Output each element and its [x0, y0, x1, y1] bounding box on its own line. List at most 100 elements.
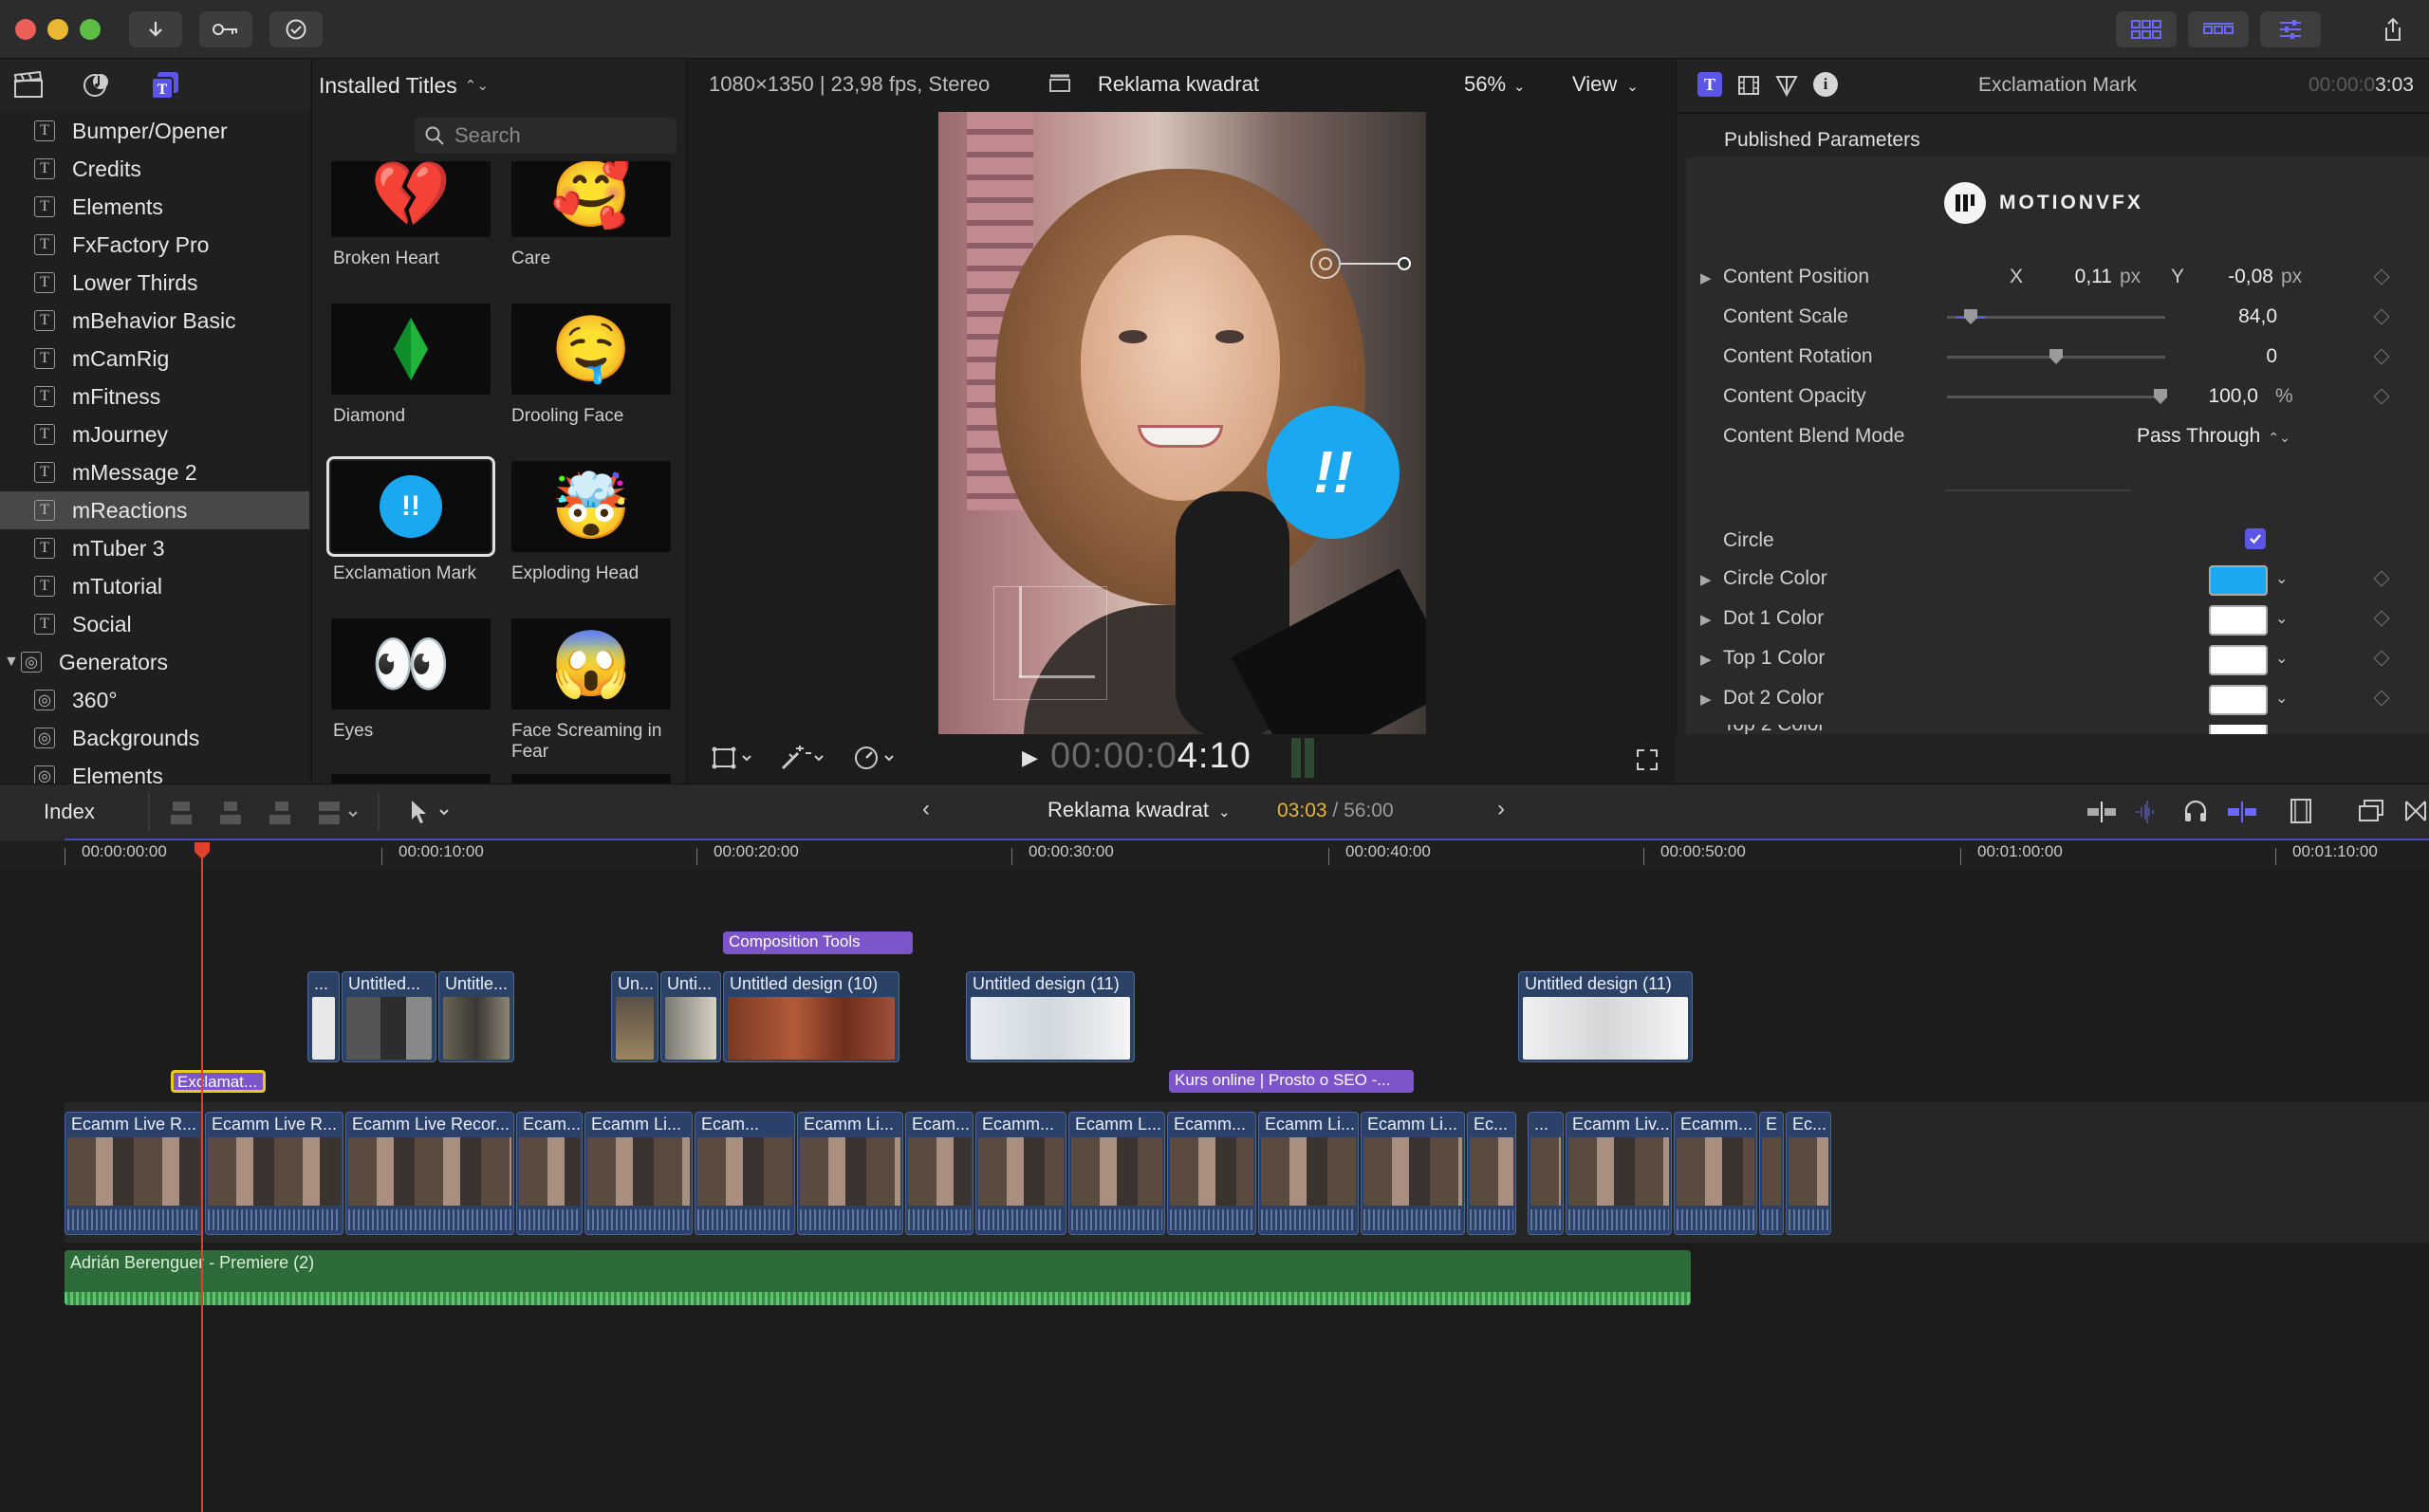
storyline-clip[interactable]: Ecamm Li...: [1258, 1112, 1359, 1235]
fullscreen-button[interactable]: [1635, 747, 1660, 772]
play-button[interactable]: ▶: [1022, 746, 1038, 770]
storyline-clip[interactable]: Ecamm Live R...: [205, 1112, 343, 1235]
playhead[interactable]: [201, 842, 203, 1512]
music-audio-clip[interactable]: Adrián Berenguer - Premiere (2): [65, 1250, 1691, 1305]
photos-audio-tab[interactable]: [82, 70, 112, 99]
category-mreactions[interactable]: TmReactions: [0, 491, 309, 529]
search-field[interactable]: Search: [415, 118, 677, 154]
dot1-color-swatch[interactable]: [2209, 605, 2268, 636]
disclosure-triangle-icon[interactable]: ▶: [1700, 611, 1712, 628]
show-timeline-button[interactable]: [2188, 11, 2249, 47]
category-backgrounds[interactable]: ◎ Backgrounds: [0, 719, 309, 757]
opacity-value[interactable]: 100,0: [2182, 385, 2258, 408]
updown-chevron-icon[interactable]: ⌃⌄: [465, 77, 489, 94]
scale-value[interactable]: 84,0: [2182, 305, 2277, 328]
clip-appearance-button[interactable]: [2289, 798, 2313, 824]
thumb-drooling-face[interactable]: 🤤: [511, 304, 671, 395]
storyline-clip[interactable]: Ec...: [1786, 1112, 1831, 1235]
keywords-button[interactable]: [199, 11, 252, 47]
share-button[interactable]: [2368, 11, 2418, 47]
titles-generators-tab[interactable]: T: [150, 70, 180, 101]
thumb-partial[interactable]: [511, 774, 671, 784]
category-mjourney[interactable]: TmJourney: [0, 415, 309, 453]
timeline-back-button[interactable]: ‹: [922, 796, 930, 822]
connected-clip[interactable]: Untitled design (11): [1518, 971, 1693, 1062]
blend-mode-popup[interactable]: Pass Through ⌃⌄: [2137, 425, 2290, 448]
import-button[interactable]: [129, 11, 182, 47]
show-browser-button[interactable]: [2116, 11, 2177, 47]
disclosure-triangle-icon[interactable]: ▶: [1700, 651, 1712, 668]
category-bumper-opener[interactable]: T Bumper/Opener: [0, 112, 309, 150]
chevron-down-icon[interactable]: ⌄: [2275, 689, 2288, 708]
view-menu[interactable]: View ⌄: [1572, 72, 1639, 97]
transitions-browser-button[interactable]: [2404, 798, 2429, 824]
title-inspector-tab[interactable]: T: [1697, 72, 1722, 97]
disclosure-triangle-icon[interactable]: ▶: [1700, 691, 1712, 708]
connected-clip[interactable]: Untitle...: [438, 971, 514, 1062]
chevron-down-icon[interactable]: ⌄: [2275, 569, 2288, 588]
position-x-field[interactable]: 0,11: [2068, 266, 2112, 288]
skimming-button[interactable]: [2086, 800, 2118, 824]
solo-button[interactable]: [2182, 798, 2209, 824]
chevron-down-icon[interactable]: ⌄: [2275, 649, 2288, 668]
top1-color-swatch[interactable]: [2209, 645, 2268, 675]
browser-title[interactable]: Installed Titles: [319, 73, 457, 99]
thumb-eyes[interactable]: 👀: [331, 618, 491, 710]
category-mfitness[interactable]: TmFitness: [0, 378, 309, 415]
timeline-ruler[interactable]: [0, 840, 2429, 871]
connected-clip[interactable]: Untitled design (10): [723, 971, 899, 1062]
disclosure-triangle-icon[interactable]: ▶: [1700, 571, 1712, 588]
timecode-display[interactable]: 00:00:04:10: [1050, 736, 1252, 777]
composition-tools-clip[interactable]: Composition Tools: [723, 931, 913, 954]
effects-browser-button[interactable]: [2357, 798, 2385, 824]
timeline-forward-button[interactable]: ›: [1497, 796, 1505, 822]
position-y-field[interactable]: -0,08: [2211, 266, 2273, 288]
category-mtutorial[interactable]: TmTutorial: [0, 567, 309, 605]
audio-skimming-button[interactable]: [2133, 800, 2161, 824]
snapping-button[interactable]: [2226, 800, 2258, 824]
thumb-partial[interactable]: [331, 774, 491, 784]
thumb-exclamation-mark[interactable]: !!: [326, 456, 495, 557]
category-lower-thirds[interactable]: T Lower Thirds: [0, 264, 309, 302]
storyline-clip[interactable]: Ecamm...: [1167, 1112, 1256, 1235]
storyline-clip[interactable]: Ecamm Li...: [797, 1112, 903, 1235]
storyline-clip[interactable]: Ecam...: [905, 1112, 973, 1235]
transform-box[interactable]: [993, 586, 1107, 700]
rotation-handle[interactable]: [1398, 257, 1411, 270]
dot2-color-swatch[interactable]: [2209, 685, 2268, 715]
category-360[interactable]: ◎ 360°: [0, 681, 309, 719]
storyline-clip[interactable]: Ecamm L...: [1068, 1112, 1165, 1235]
color-inspector-tab[interactable]: [1775, 74, 1798, 97]
info-inspector-tab[interactable]: i: [1813, 72, 1838, 97]
connected-clip[interactable]: Untitled design (11): [966, 971, 1135, 1062]
category-mmessage-2[interactable]: TmMessage 2: [0, 453, 309, 491]
background-tasks-button[interactable]: [269, 11, 323, 47]
disclosure-triangle-icon[interactable]: ▶: [1700, 269, 1712, 286]
connected-clip[interactable]: Untitled...: [342, 971, 436, 1062]
circle-color-swatch[interactable]: [2209, 565, 2268, 596]
insert-clip-button[interactable]: [218, 800, 243, 826]
disclosure-triangle-icon[interactable]: ▼: [4, 654, 19, 671]
libraries-tab[interactable]: [13, 70, 44, 99]
storyline-clip[interactable]: Ecamm Li...: [1361, 1112, 1465, 1235]
storyline-clip[interactable]: Ecamm Liv...: [1566, 1112, 1672, 1235]
storyline-clip[interactable]: Ecamm...: [975, 1112, 1066, 1235]
zoom-menu[interactable]: 56% ⌄: [1464, 72, 1526, 97]
category-fxfactory-pro[interactable]: T FxFactory Pro: [0, 226, 309, 264]
select-tool-menu[interactable]: [406, 798, 452, 826]
exclamation-title-clip[interactable]: Exclamat...: [171, 1070, 266, 1093]
storyline-clip[interactable]: ...: [1528, 1112, 1564, 1235]
video-frame[interactable]: !!: [938, 112, 1426, 734]
exclamation-overlay[interactable]: !!: [1267, 406, 1400, 539]
storyline-clip[interactable]: Ecamm Li...: [584, 1112, 693, 1235]
category-elements[interactable]: T Elements: [0, 188, 309, 226]
enhancements-menu[interactable]: [779, 744, 826, 772]
zoom-window-button[interactable]: [80, 19, 101, 40]
video-inspector-tab[interactable]: [1737, 74, 1760, 97]
chevron-down-icon[interactable]: ⌄: [2275, 609, 2288, 628]
retime-menu[interactable]: [853, 744, 900, 772]
thumb-broken-heart[interactable]: 💔: [331, 161, 491, 237]
storyline-clip[interactable]: Ecam...: [516, 1112, 583, 1235]
close-window-button[interactable]: [15, 19, 36, 40]
storyline-clip[interactable]: Ec...: [1467, 1112, 1516, 1235]
